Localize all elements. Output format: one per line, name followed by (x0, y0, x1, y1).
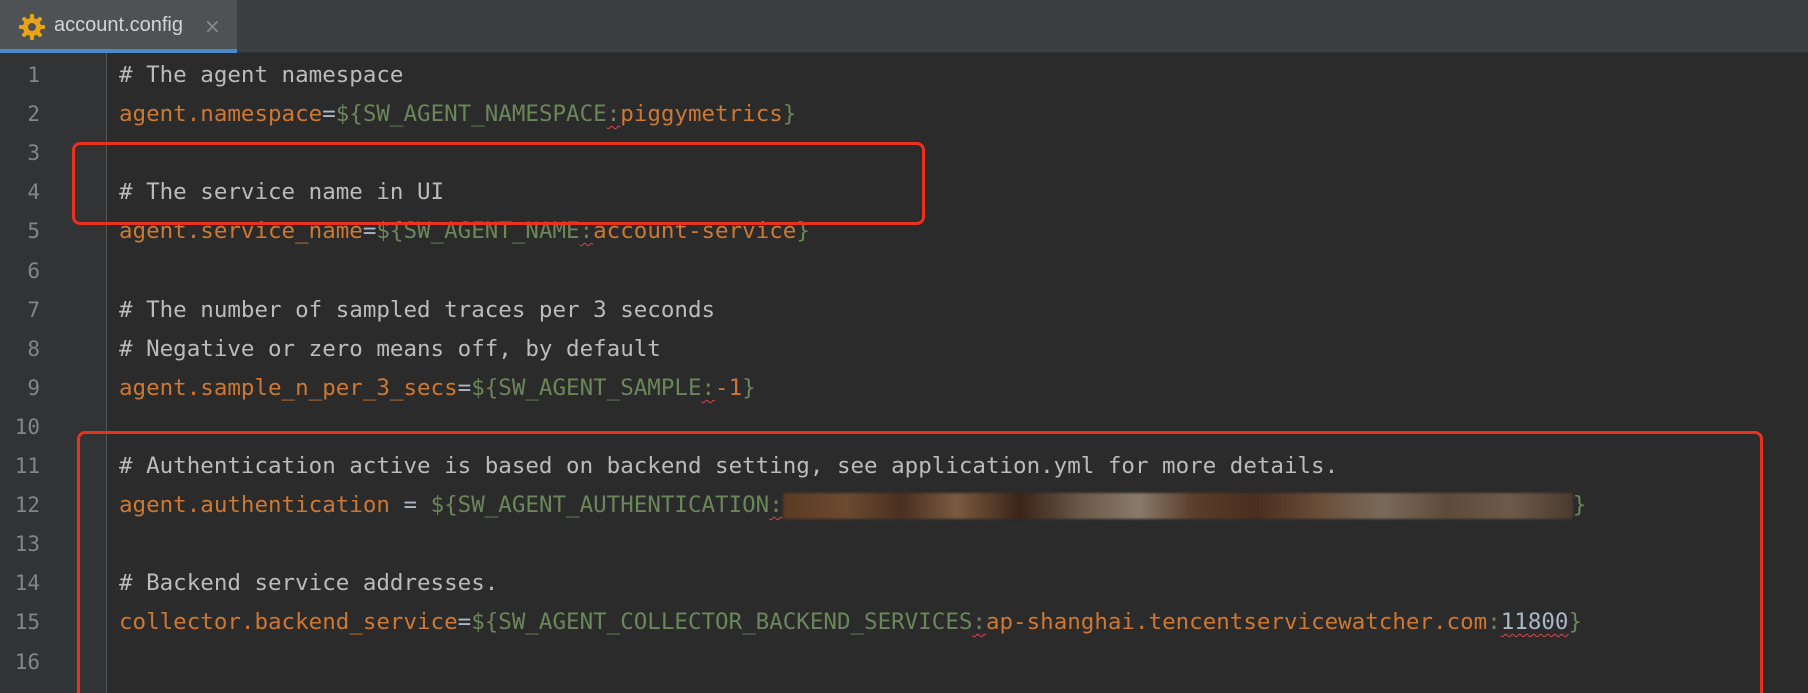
line-number: 5 (27, 219, 40, 243)
close-icon[interactable]: × (204, 14, 221, 38)
code-editor[interactable]: 1 2 3 4 5 6 7 8 9 10 11 12 13 14 15 16 #… (0, 53, 1808, 693)
equals-sign: = (457, 375, 472, 401)
code-line[interactable]: agent.namespace=${SW_AGENT_NAMESPACE:pig… (119, 99, 796, 129)
line-number: 13 (14, 532, 40, 556)
property-key: agent.namespace (119, 101, 323, 127)
default-value: -1 (715, 375, 743, 401)
code-line[interactable]: # The agent namespace (119, 60, 403, 90)
env-variable: SW_AGENT_SAMPLE (498, 375, 702, 401)
tab-label: account.config (54, 14, 183, 36)
code-line[interactable]: # Negative or zero means off, by default (119, 334, 661, 364)
tab-account-config[interactable]: account.config × (0, 0, 237, 53)
placeholder-close: } (782, 101, 797, 127)
property-key: agent.sample_n_per_3_secs (119, 375, 458, 401)
line-number: 7 (27, 298, 40, 322)
line-number: 4 (27, 180, 40, 204)
line-number: 9 (27, 376, 40, 400)
default-value: piggymetrics (620, 101, 783, 127)
code-line[interactable]: # The number of sampled traces per 3 sec… (119, 295, 715, 325)
line-number: 1 (27, 63, 40, 87)
line-number: 12 (14, 493, 40, 517)
line-number: 15 (14, 610, 40, 634)
code-line[interactable]: agent.sample_n_per_3_secs=${SW_AGENT_SAM… (119, 373, 756, 403)
line-number: 2 (27, 102, 40, 126)
placeholder-open: ${ (471, 375, 499, 401)
line-number: 11 (14, 454, 40, 478)
separator-colon: : (701, 375, 716, 401)
placeholder-open: ${ (335, 101, 363, 127)
line-number: 10 (14, 415, 40, 439)
highlight-box-service-name (72, 142, 925, 225)
comment: # The number of sampled traces per 3 sec… (119, 297, 716, 323)
comment: # The agent namespace (119, 62, 404, 88)
comment: # Negative or zero means off, by default (119, 336, 661, 362)
separator-colon: : (606, 101, 621, 127)
gear-config-icon (19, 14, 45, 40)
line-number: 14 (14, 571, 40, 595)
highlight-box-auth-backend (77, 431, 1763, 693)
env-variable: SW_AGENT_NAMESPACE (362, 101, 607, 127)
line-number: 3 (27, 141, 40, 165)
tab-bar: account.config × (0, 0, 1808, 53)
editor-window: account.config × 1 2 3 4 5 6 7 8 9 10 11… (0, 0, 1808, 693)
line-number: 16 (14, 650, 40, 674)
placeholder-close: } (742, 375, 756, 401)
equals-sign: = (322, 101, 336, 127)
line-number: 6 (27, 259, 40, 283)
line-number: 8 (27, 337, 40, 361)
